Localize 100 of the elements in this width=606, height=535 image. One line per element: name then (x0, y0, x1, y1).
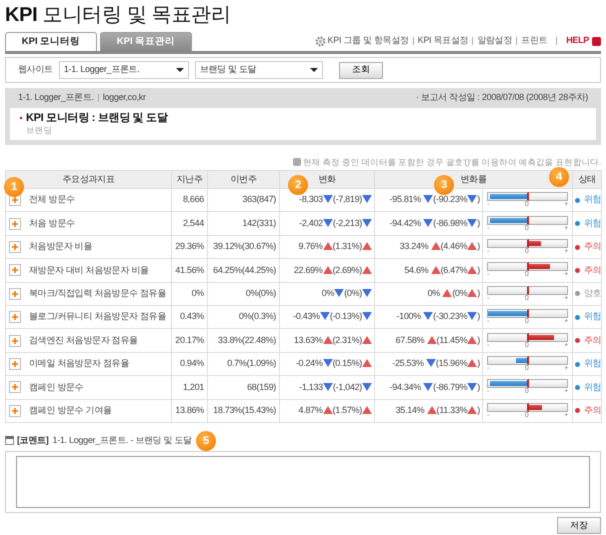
plus-icon (11, 336, 19, 345)
info-icon (292, 158, 301, 166)
rate-cell: -94.42% (-86.98% ) (374, 212, 482, 236)
status-label: 주의 (584, 241, 602, 253)
plus-icon (11, 220, 19, 228)
top-link[interactable]: 알람설정 (477, 35, 512, 47)
caret-icon (310, 68, 318, 72)
tab[interactable]: KPI 모니터링 (5, 32, 97, 51)
expand-button[interactable] (9, 218, 21, 230)
plus-icon (11, 383, 19, 392)
table-cell: 33.8%(22.48%) (208, 328, 280, 352)
plus-icon (11, 290, 19, 298)
expand-button[interactable] (9, 404, 21, 417)
table-cell: 20.17% (172, 328, 208, 352)
table-cell: 142(331) (208, 212, 280, 236)
rate-cell: -94.34% (-86.79% ) (374, 376, 482, 400)
plus-icon (11, 266, 19, 274)
gear-icon (314, 36, 326, 47)
expand-button[interactable] (9, 358, 21, 370)
kpi-name: 캠페인 방문수 (29, 382, 84, 394)
page-title: KPI 모니터링 및 목표관리 (5, 3, 232, 28)
change-cell: 0% (0%) (280, 282, 374, 306)
table-cell: 0%(0.3%) (208, 306, 280, 329)
kpi-name: 검색엔진 처음방문자 점유율 (29, 334, 138, 346)
kpi-name: 블로그/커뮤니티 처음방문자 점유율 (29, 311, 166, 324)
status-label: 위험 (584, 382, 602, 394)
expand-button[interactable] (9, 381, 21, 394)
search-button[interactable]: 조회 (338, 62, 383, 78)
table-cell: 18.73%(15.43%) (208, 399, 280, 422)
expand-button[interactable] (9, 264, 21, 276)
status-label: 주의 (584, 334, 602, 346)
kpi-name: 처음 방문수 (29, 218, 75, 230)
status-label: 위험 (584, 311, 602, 324)
status-label: 양호 (584, 288, 602, 300)
change-cell: -2,402 (-2,213) (280, 212, 374, 236)
plus-icon (11, 196, 19, 204)
table-cell: 64.25%(44.25%) (208, 258, 280, 282)
note-text: 현재 측정 중인 데이터를 포함한 경우 괄호'()'를 이용하여 예측값을 표현합니다. (302, 157, 601, 168)
change-cell: -0.43% (-0.13%) (280, 306, 374, 329)
status-label: 주의 (584, 404, 602, 417)
kpi-name: 전체 방문수 (29, 194, 75, 206)
site-domain: logger,co,kr (102, 92, 146, 104)
rate-cell: 54.6% (6.47% ) (374, 258, 482, 282)
table-cell: 363(847) (208, 188, 280, 212)
comment-label: [코멘트] (17, 435, 48, 447)
dropdown[interactable]: 1-1. Logger_프론트. (58, 61, 189, 79)
dropdown[interactable]: 브랜딩 및 도달 (194, 61, 323, 79)
expand-button[interactable] (9, 288, 21, 300)
top-link[interactable]: HELP (566, 35, 589, 47)
table-cell: 1,201 (172, 376, 208, 400)
table-cell: 2,544 (172, 212, 208, 236)
status-label: 위험 (584, 194, 602, 206)
top-link[interactable]: KPI 목표설정 (418, 35, 468, 47)
change-cell: -1,133 (-1,042) (280, 376, 374, 400)
report-title: KPI 모니터링 : 브랜딩 및 도달 (26, 110, 168, 125)
callout-badge: 5 (196, 430, 216, 451)
rate-cell: 35.14% (11.33% ) (374, 399, 482, 422)
change-cell: 4.87% (1.57%) (280, 399, 374, 422)
filter-label: 웹사이트 (18, 64, 53, 76)
site-name: 1-1. Logger_프론트. (18, 92, 94, 104)
plus-icon (11, 406, 19, 415)
rate-cell: -25.53% (15.96% ) (374, 352, 482, 376)
kpi-name: 재방문자 대비 처음방문자 비율 (29, 264, 149, 276)
kpi-name: 북마크/직접입력 처음방문수 점유율 (29, 288, 166, 300)
plus-icon (11, 243, 19, 252)
expand-button[interactable] (9, 311, 21, 324)
comment-target: 1-1. Logger_프론트. - 브랜딩 및 도달 (52, 435, 192, 447)
callout-badge: 2 (288, 175, 308, 196)
comment-field[interactable] (16, 456, 590, 508)
top-link[interactable]: KPI 그룹 및 항목설정 (328, 35, 409, 47)
kpi-name: 이메일 처음방문자 점유율 (29, 358, 130, 370)
report-date: · 보고서 작성일 : 2008/07/08 (2008년 28주차) (416, 92, 588, 104)
table-cell: 8,666 (172, 188, 208, 212)
expand-button[interactable] (9, 241, 21, 254)
kpi-name: 캠페인 방문수 기여율 (29, 404, 112, 417)
save-button[interactable]: 저장 (557, 516, 601, 534)
top-link[interactable]: 프린트 (521, 35, 548, 47)
change-cell: -8,303 (-7,819) (280, 188, 374, 212)
callout-badge: 3 (434, 175, 454, 196)
status-label: 주의 (584, 264, 602, 276)
report-subtitle: 브랜딩 (26, 124, 54, 136)
rate-cell: 67.58% (11.45% ) (374, 328, 482, 352)
plus-icon (11, 360, 19, 368)
change-cell: -0.24% (0.15%) (280, 352, 374, 376)
table-cell: 39.12%(30.67%) (208, 235, 280, 259)
callout-badge: 4 (549, 167, 570, 188)
kpi-name: 처음방문자 비율 (29, 241, 92, 253)
status-label: 위험 (584, 218, 602, 230)
rate-cell: -95.81% (-90.23% ) (374, 188, 482, 212)
table-cell: 0%(0%) (208, 282, 280, 306)
table-cell: 0.7%(1.09%) (208, 352, 280, 376)
column-header: 지난주 (172, 170, 208, 189)
plus-icon (11, 313, 19, 322)
column-header: 이번주 (208, 170, 280, 189)
status-label: 위험 (584, 358, 602, 370)
expand-button[interactable] (9, 334, 21, 347)
rate-cell: -100% (-30.23% ) (374, 306, 482, 329)
callout-badge: 1 (4, 177, 24, 198)
table-cell: 68(159) (208, 376, 280, 400)
change-cell: 9.76% (1.31%) (280, 235, 374, 259)
